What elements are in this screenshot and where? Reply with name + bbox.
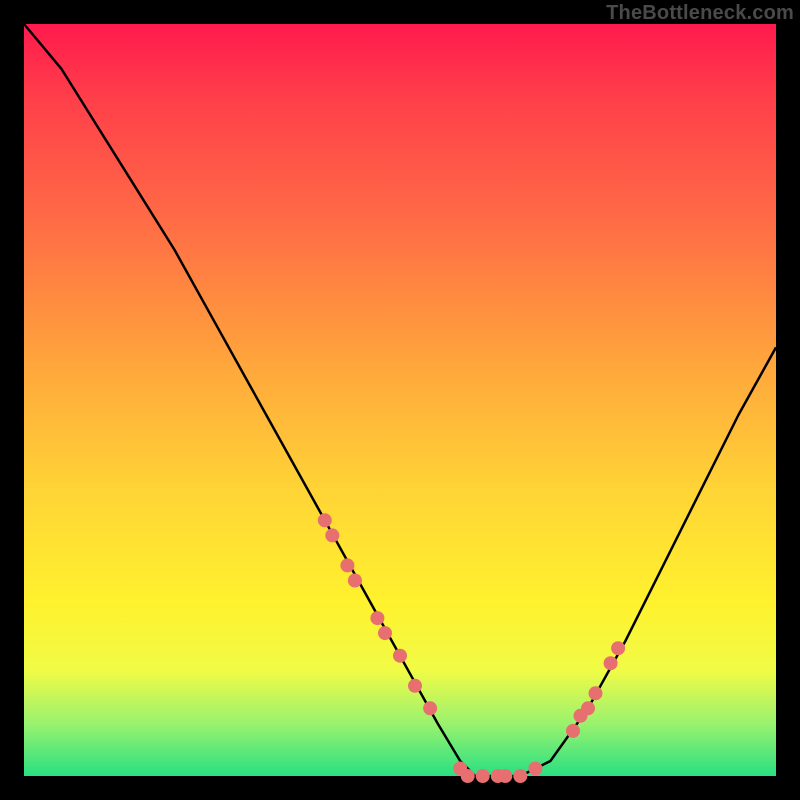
highlight-dots-left-dot (325, 528, 339, 542)
highlight-dots-right-dot (566, 724, 580, 738)
highlight-dots-bottom-dot (528, 762, 542, 776)
bottleneck-curve (24, 24, 776, 776)
highlight-dots-left-dot (408, 679, 422, 693)
highlight-dots-left-dot (393, 649, 407, 663)
watermark-text: TheBottleneck.com (606, 2, 794, 25)
highlight-dots-right-dot (581, 701, 595, 715)
highlight-dots-bottom-dot (513, 769, 527, 783)
highlight-dots-right-dot (611, 641, 625, 655)
highlight-dots-right-dot (604, 656, 618, 670)
highlight-markers (318, 513, 625, 783)
highlight-dots-bottom-dot (498, 769, 512, 783)
highlight-dots-left-dot (340, 558, 354, 572)
highlight-dots-left-dot (423, 701, 437, 715)
highlight-dots-left-dot (348, 574, 362, 588)
highlight-dots-bottom-dot (461, 769, 475, 783)
bottleneck-curve-path (24, 24, 776, 776)
highlight-dots-left-dot (370, 611, 384, 625)
highlight-dots-left-dot (318, 513, 332, 527)
highlight-dots-bottom-dot (476, 769, 490, 783)
chart-svg (24, 24, 776, 776)
highlight-dots-right-dot (589, 686, 603, 700)
highlight-dots-left-dot (378, 626, 392, 640)
